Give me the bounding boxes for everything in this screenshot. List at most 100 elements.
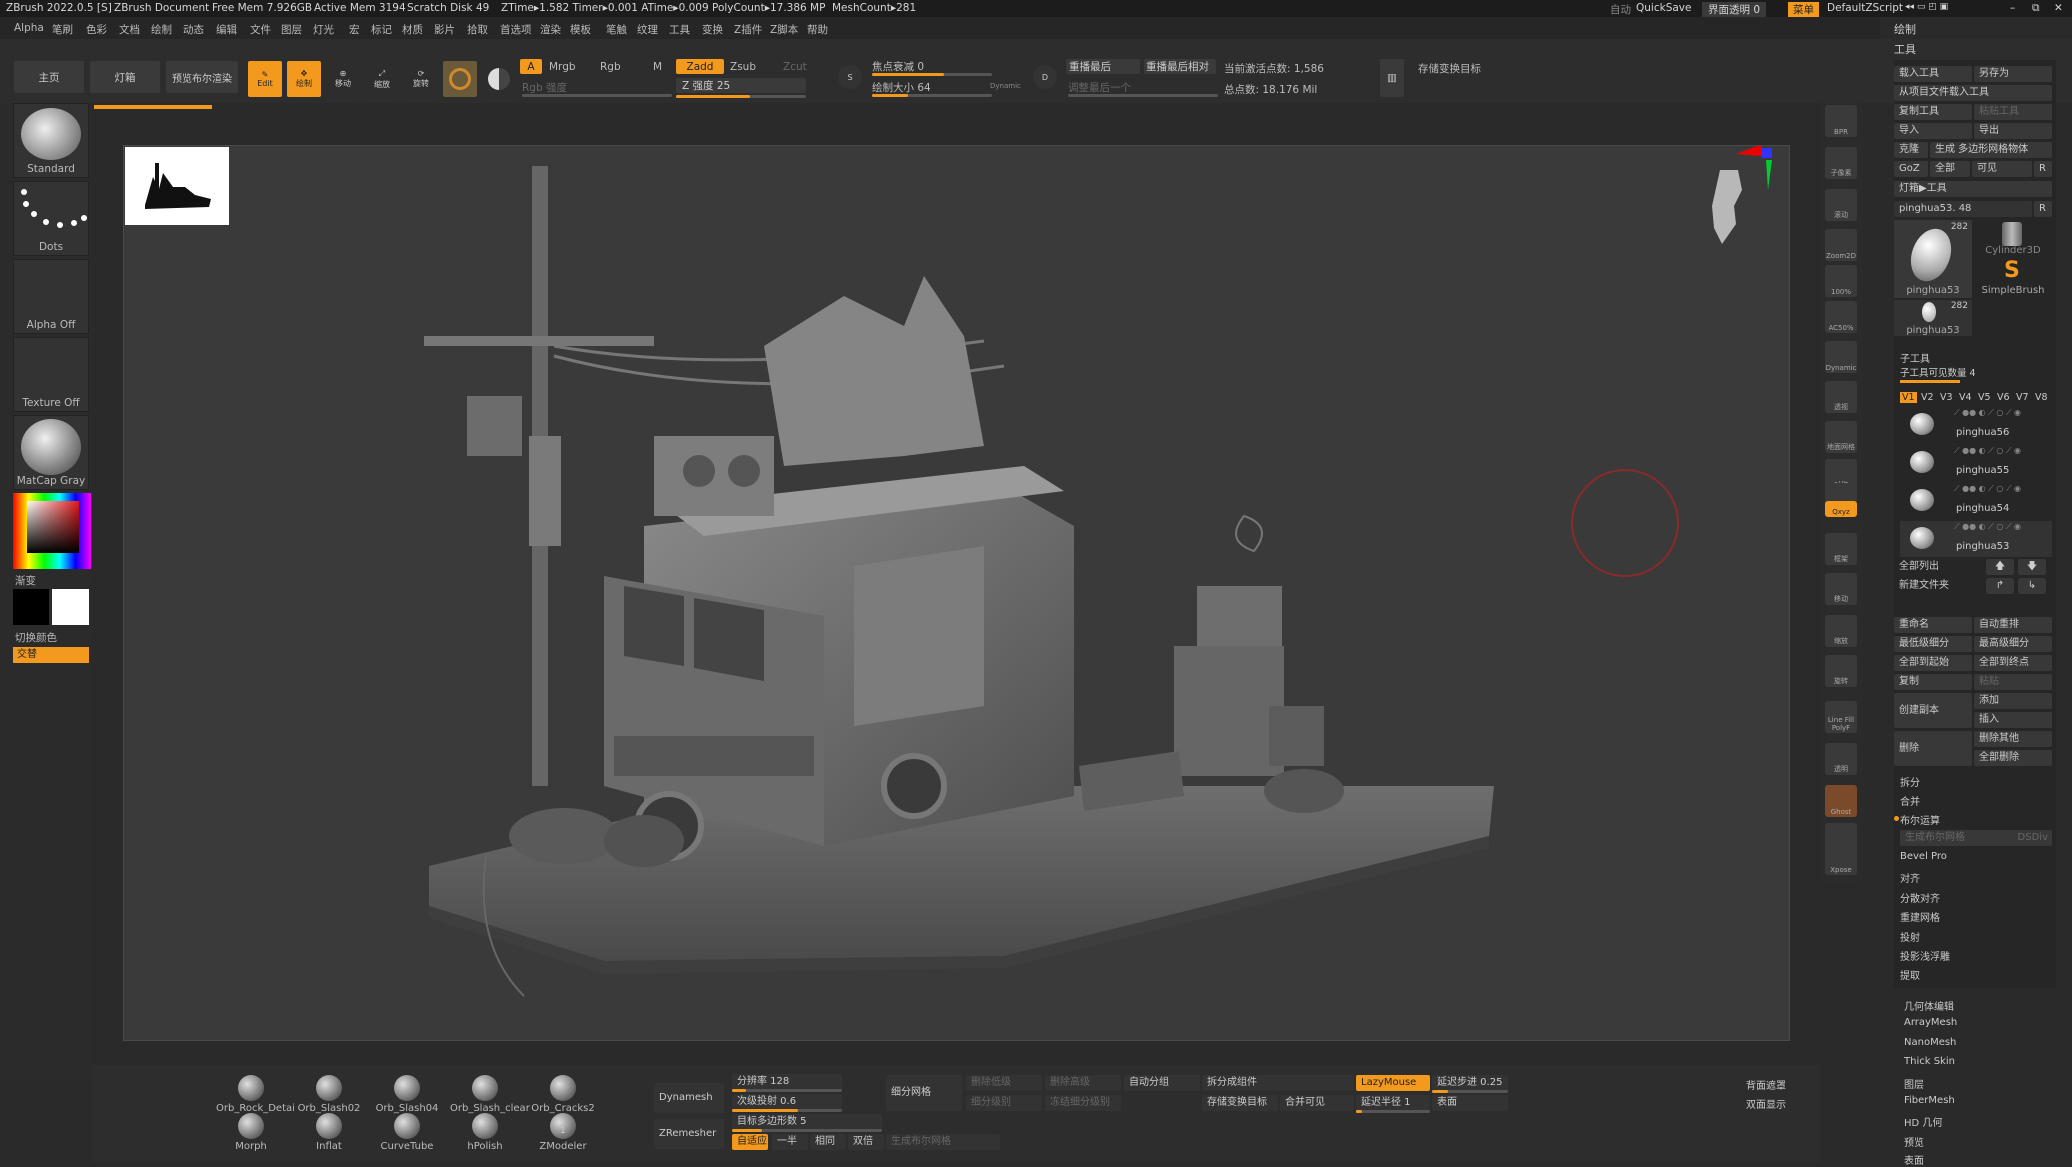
tab-bpr-preview[interactable]: 预览布尔渲染 bbox=[166, 61, 238, 93]
shelf-ac50--button[interactable]: AC50% bbox=[1825, 301, 1857, 333]
menu-item-10[interactable]: 宏 bbox=[349, 22, 360, 37]
alternate-button[interactable]: 交替 bbox=[13, 647, 89, 663]
menu-item-13[interactable]: 影片 bbox=[434, 22, 455, 37]
fibermesh-section[interactable]: FiberMesh bbox=[1904, 1095, 1955, 1106]
menu-item-20[interactable]: 纹理 bbox=[637, 22, 658, 37]
store-morph-label[interactable]: 存储变换目标 bbox=[1418, 61, 1481, 76]
shelf---button[interactable]: 透视 bbox=[1825, 381, 1857, 413]
move-up-arrow-icon[interactable]: 🡅 bbox=[1986, 559, 2014, 575]
double-button[interactable]: 双倍 bbox=[848, 1134, 884, 1150]
dynamesh-button[interactable]: Dynamesh bbox=[654, 1083, 724, 1113]
resolution-slider[interactable]: 分辨率 128 bbox=[732, 1074, 842, 1090]
export-button[interactable]: 导出 bbox=[1974, 123, 2052, 139]
shelf---button[interactable]: 移动 bbox=[1825, 573, 1857, 605]
texture-thumb[interactable]: Texture Off bbox=[13, 337, 89, 412]
zsub-button[interactable]: Zsub bbox=[730, 61, 756, 73]
same-button[interactable]: 相同 bbox=[810, 1134, 846, 1150]
split-groups-button[interactable]: 拆分成组件 bbox=[1202, 1075, 1354, 1091]
shelf---button[interactable]: 滚动 bbox=[1825, 189, 1857, 221]
backface-mask-button[interactable]: 背面遮罩 bbox=[1746, 1077, 1786, 1092]
brush-orb-rock-detai[interactable]: Orb_Rock_Detai bbox=[216, 1075, 295, 1114]
tool-thumb-pinghua53-small[interactable]: 282 pinghua53 bbox=[1894, 300, 1972, 336]
subtool-visible-count[interactable]: 子工具可见数量 4 bbox=[1900, 365, 1976, 379]
sub-projection-slider[interactable]: 次级投射 0.6 bbox=[732, 1094, 842, 1110]
make-polymesh-button[interactable]: 生成 多边形网格物体 bbox=[1930, 142, 2052, 158]
lazymouse-button[interactable]: LazyMouse bbox=[1356, 1075, 1430, 1091]
version-v8[interactable]: V8 bbox=[2033, 392, 2050, 403]
lightbox-tools-button[interactable]: 灯箱▶工具 bbox=[1894, 181, 2052, 197]
subtool-row[interactable]: ⟋ ●● ◐ ⟋ ○ ⟋ ◉ pinghua56 bbox=[1900, 407, 2052, 443]
edit-button[interactable]: ✎ Edit bbox=[248, 61, 282, 97]
add-button[interactable]: 添加 bbox=[1974, 693, 2052, 709]
menu-item-9[interactable]: 灯光 bbox=[313, 22, 334, 37]
shelf---button[interactable]: 子像素 bbox=[1825, 147, 1857, 179]
folder-drop-icon[interactable]: ↳ bbox=[2018, 578, 2046, 594]
shelf-zoom2d-button[interactable]: Zoom2D bbox=[1825, 229, 1857, 261]
window-icons[interactable]: ◂◂ ▭ ◰ ▣ bbox=[1905, 2, 1948, 12]
goz-all-button[interactable]: 全部 bbox=[1930, 161, 1970, 177]
shelf---button[interactable]: 地面网格 bbox=[1825, 421, 1857, 453]
menu-item-4[interactable]: 绘制 bbox=[151, 22, 172, 37]
distribute-section[interactable]: 分散对齐 bbox=[1900, 890, 1940, 905]
delete-other-button[interactable]: 删除其他 bbox=[1974, 731, 2052, 747]
current-tool-r-button[interactable]: R bbox=[2034, 201, 2052, 217]
shelf---button[interactable]: 透明 bbox=[1825, 743, 1857, 775]
switch-color-button[interactable]: 切换颜色 bbox=[15, 630, 57, 645]
brush-orb-cracks2[interactable]: Orb_Cracks2 bbox=[528, 1075, 598, 1114]
rgb-button[interactable]: Rgb bbox=[600, 61, 621, 73]
version-v7[interactable]: V7 bbox=[2014, 392, 2031, 403]
color-picker[interactable] bbox=[13, 493, 91, 569]
subtool-toggle-icons[interactable]: ⟋ ●● ◐ ⟋ ○ ⟋ ◉ bbox=[1954, 446, 2021, 456]
material-thumb[interactable]: MatCap Gray bbox=[13, 415, 89, 490]
dynamic-d-icon[interactable]: D bbox=[1033, 65, 1057, 89]
lazyradius-slider[interactable]: 延迟半径 1 bbox=[1356, 1095, 1430, 1111]
version-v5[interactable]: V5 bbox=[1976, 392, 1993, 403]
menu-item-25[interactable]: 帮助 bbox=[807, 22, 828, 37]
copy-tool-button[interactable]: 复制工具 bbox=[1894, 104, 1972, 120]
subtool-row[interactable]: ⟋ ●● ◐ ⟋ ○ ⟋ ◉ pinghua55 bbox=[1900, 445, 2052, 481]
extract-section[interactable]: 提取 bbox=[1900, 967, 1920, 982]
goz-button[interactable]: GoZ bbox=[1894, 161, 1928, 177]
brush-orb-slash04[interactable]: Orb_Slash04 bbox=[372, 1075, 442, 1114]
lazystep-slider[interactable]: 延迟步进 0.25 bbox=[1432, 1075, 1508, 1091]
dynamic-toggle[interactable]: Dynamic bbox=[990, 82, 1021, 90]
mrgb-button[interactable]: Mrgb bbox=[549, 61, 576, 73]
menu-item-21[interactable]: 工具 bbox=[669, 22, 690, 37]
highest-sub-button[interactable]: 最高级细分 bbox=[1974, 636, 2052, 652]
a-button[interactable]: A bbox=[520, 59, 542, 74]
store-morph-icon[interactable]: ▥ bbox=[1380, 59, 1404, 97]
draw-button[interactable]: ✥ 绘制 bbox=[287, 61, 321, 97]
tool-thumb-pinghua53[interactable]: 282 pinghua53 bbox=[1894, 220, 1972, 298]
minimize-icon[interactable]: – bbox=[2010, 2, 2015, 14]
draw-size-track[interactable] bbox=[872, 94, 992, 97]
paste-button[interactable]: 粘贴 bbox=[1974, 674, 2052, 690]
target-poly-track[interactable] bbox=[732, 1129, 882, 1132]
shelf---button[interactable]: 框架 bbox=[1825, 533, 1857, 565]
shelf-100--button[interactable]: 100% bbox=[1825, 265, 1857, 297]
menu-item-1[interactable]: 笔刷 bbox=[52, 22, 73, 37]
menu-item-16[interactable]: 渲染 bbox=[540, 22, 561, 37]
duplicate-button[interactable]: 复制 bbox=[1894, 674, 1972, 690]
load-tool-button[interactable]: 载入工具 bbox=[1894, 66, 1972, 82]
delete-all-button[interactable]: 全部删除 bbox=[1974, 750, 2052, 766]
split-section[interactable]: 拆分 bbox=[1900, 774, 1920, 789]
create-copy-button[interactable]: 创建副本 bbox=[1894, 693, 1972, 728]
freeze-sub-button[interactable]: 冻结细分级别 bbox=[1045, 1095, 1121, 1111]
canvas-viewport[interactable] bbox=[123, 145, 1790, 1041]
insert-button[interactable]: 插入 bbox=[1974, 712, 2052, 728]
project-section[interactable]: 投射 bbox=[1900, 929, 1920, 944]
menu-item-15[interactable]: 首选项 bbox=[500, 22, 532, 37]
alpha-thumb[interactable]: Alpha Off bbox=[13, 259, 89, 334]
target-poly-slider[interactable]: 目标多边形数 5 bbox=[732, 1114, 882, 1130]
folder-arrow-icon[interactable]: ↱ bbox=[1986, 578, 2014, 594]
menu-item-7[interactable]: 文件 bbox=[250, 22, 271, 37]
save-as-button[interactable]: 另存为 bbox=[1974, 66, 2052, 82]
surface-button[interactable]: 表面 bbox=[1432, 1095, 1508, 1111]
geometry-section[interactable]: 几何体编辑 bbox=[1904, 998, 1954, 1013]
menu-item-3[interactable]: 文档 bbox=[119, 22, 140, 37]
draw-size[interactable]: 绘制大小 64 bbox=[872, 80, 931, 95]
goz-visible-button[interactable]: 可见 bbox=[1972, 161, 2032, 177]
load-from-project-button[interactable]: 从项目文件载入工具 bbox=[1894, 85, 2052, 101]
menu-item-19[interactable]: 笔触 bbox=[606, 22, 627, 37]
rgb-intensity-track[interactable] bbox=[522, 94, 672, 97]
